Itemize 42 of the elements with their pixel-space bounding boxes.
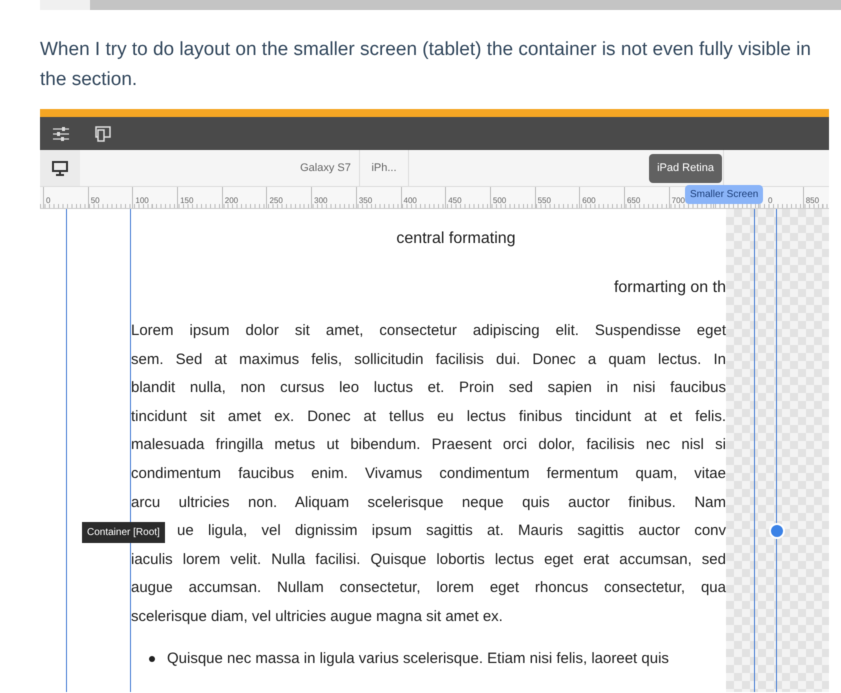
paragraph-line: tincidunt sit amet ex. Donec at tellus eu lectus finibus tincidunt at et felis. (131, 406, 726, 427)
ruler-label: 450 (447, 196, 462, 205)
bullet-text: Quisque nec massa in ligula varius scelerisque. Etiam nisi felis, laoreet quis (167, 648, 669, 669)
ruler-label: 100 (134, 196, 149, 205)
desktop-device-tab[interactable] (40, 150, 80, 186)
paragraph-line: iaculis lorem velit. Nulla facilisi. Quisque lobortis lectus eget erat accumsan, sed (131, 550, 726, 570)
ruler-label: 250 (268, 196, 283, 205)
breakpoint-label: Smaller Screen (685, 185, 764, 204)
ruler-label: 200 (224, 196, 238, 205)
heading-text: central formating (396, 230, 516, 247)
paragraph-line: scelerisque diam, vel ultricies augue magna sit amet ex. (131, 606, 504, 627)
device-tab[interactable]: iPad Retina (649, 154, 722, 182)
horizontal-scrollbar[interactable] (40, 0, 841, 10)
ruler-label: 350 (358, 196, 372, 205)
ruler-label: 700 (670, 196, 685, 205)
ruler-label: 0 (767, 196, 772, 205)
ruler-label: 850 (804, 196, 820, 205)
paragraph-line: malesuada fringilla metus ut bibendum. Praesent orci dolor, facilisis nec nisl si (131, 435, 726, 456)
right-aligned-text: formarting on th (614, 279, 726, 296)
device-tab[interactable]: iPh... (365, 160, 403, 176)
sliders-icon[interactable] (53, 126, 69, 140)
paragraph-line: ue ligula, vel dignissim ipsum sagittis at. Mauris sagittis auctor conv (177, 521, 726, 542)
ruler-label: 550 (536, 196, 551, 205)
paragraph-line: augue accumsan. Nullam consectetur, lorem eget rhoncus consectetur, qua (131, 578, 726, 598)
monitor-icon (52, 160, 68, 176)
ruler-label: 600 (581, 196, 596, 205)
ruler-label: 300 (313, 196, 328, 205)
ruler-label: 0 (45, 196, 50, 205)
paragraph-line: sem. Sed at maximus felis, sollicitudin facilisis dui. Donec a quam lectus. In (131, 350, 726, 370)
ruler-label: 50 (90, 196, 100, 205)
device-tab[interactable]: Galaxy S7 (294, 160, 357, 176)
paragraph-line: arcu ultricies non. Aliquam scelerisque neque quis auctor finibus. Nam (131, 492, 726, 513)
container-tooltip: Container [Root] (82, 522, 165, 543)
ruler-label: 150 (179, 196, 194, 205)
ruler-label: 650 (626, 196, 640, 205)
paragraph-line: Lorem ipsum dolor sit amet, consectetur adipiscing elit. Suspendisse eget (131, 321, 726, 341)
paragraph-line: blandit nulla, non cursus leo luctus et. Proin sed sapien in nisi faucibus (131, 378, 726, 398)
paragraph-line: condimentum faucibus enim. Vivamus condimentum fermentum quam, vitae (131, 464, 726, 484)
ruler-label: 500 (492, 196, 506, 205)
devices-icon[interactable] (95, 126, 111, 142)
question-text: When I try to do layout on the smaller screen (tablet) the container is not even fully visible in the section. (40, 38, 812, 92)
ruler-label: 400 (402, 196, 417, 205)
